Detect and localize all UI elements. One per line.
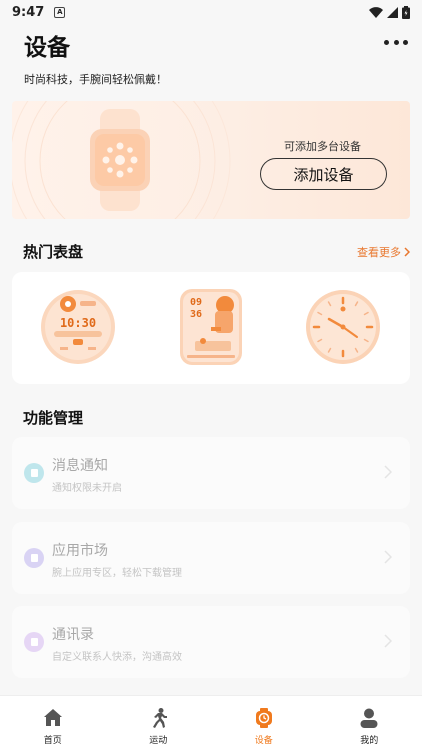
nav-item-device[interactable]: 设备 xyxy=(211,696,317,750)
watch-illustration-icon xyxy=(90,109,150,211)
message-icon xyxy=(24,463,44,483)
add-device-banner: 可添加多台设备 添加设备 xyxy=(12,101,410,219)
function-item-title: 通讯录 xyxy=(52,627,94,643)
character-face-hour: 09 xyxy=(190,297,203,308)
page-title: 设备 xyxy=(24,35,70,61)
notification-badge-icon: A xyxy=(54,6,66,18)
function-item-title: 消息通知 xyxy=(52,458,108,474)
app-market-icon xyxy=(24,548,44,568)
watch-face-digital[interactable]: 10:30 xyxy=(40,289,116,365)
nav-label: 运动 xyxy=(149,736,168,746)
add-device-button[interactable]: 添加设备 xyxy=(260,158,387,190)
nav-label: 设备 xyxy=(254,736,273,746)
nav-item-profile[interactable]: 我的 xyxy=(317,696,422,750)
function-item-desc: 自定义联系人快添，沟通高效 xyxy=(52,652,182,663)
digital-face-time: 10:30 xyxy=(59,316,97,330)
see-more-link[interactable]: 查看更多 xyxy=(357,244,410,260)
hot-faces-title: 热门表盘 xyxy=(23,243,84,261)
function-item-contacts[interactable]: 通讯录 自定义联系人快添，沟通高效 xyxy=(12,606,410,678)
nav-label: 我的 xyxy=(360,736,379,746)
chevron-right-icon xyxy=(384,634,392,648)
nav-item-sport[interactable]: 运动 xyxy=(106,696,212,750)
more-options-button[interactable] xyxy=(384,36,408,48)
watch-face-analog[interactable] xyxy=(305,289,381,365)
profile-icon xyxy=(360,708,378,728)
function-item-title: 应用市场 xyxy=(52,543,108,559)
watch-icon xyxy=(255,708,272,728)
see-more-label: 查看更多 xyxy=(357,246,401,259)
bottom-nav: 首页 运动 设备 我的 xyxy=(0,695,422,750)
battery-icon xyxy=(402,5,410,19)
signal-icon xyxy=(387,6,398,18)
banner-hint-text: 可添加多台设备 xyxy=(284,140,361,153)
character-face-graphic xyxy=(180,289,242,365)
function-item-desc: 腕上应用专区，轻松下载管理 xyxy=(52,568,182,579)
wifi-icon xyxy=(369,6,383,18)
functions-title: 功能管理 xyxy=(23,409,84,427)
contacts-icon xyxy=(24,632,44,652)
chevron-right-icon xyxy=(384,550,392,564)
status-icons xyxy=(369,5,410,19)
nav-item-home[interactable]: 首页 xyxy=(0,696,106,750)
character-face-minute: 36 xyxy=(190,309,203,320)
page-header: 设备 时尚科技，手腕间轻松佩戴！ xyxy=(24,28,408,87)
chevron-right-icon xyxy=(404,247,410,257)
status-time: 9:47 xyxy=(12,4,45,20)
function-item-desc: 通知权限未开启 xyxy=(52,483,122,494)
home-icon xyxy=(43,709,62,726)
watch-face-character[interactable]: 09 36 xyxy=(173,289,249,365)
page-subtitle: 时尚科技，手腕间轻松佩戴！ xyxy=(24,73,167,86)
run-icon xyxy=(153,708,168,728)
function-item-app-market[interactable]: 应用市场 腕上应用专区，轻松下载管理 xyxy=(12,522,410,594)
chevron-right-icon xyxy=(384,465,392,479)
hot-faces-card: 10:30 09 36 xyxy=(12,272,410,384)
analog-face-graphic xyxy=(306,290,380,364)
function-item-notifications[interactable]: 消息通知 通知权限未开启 xyxy=(12,437,410,509)
status-bar: 9:47 A xyxy=(0,0,422,24)
banner-decoration xyxy=(12,101,231,219)
nav-label: 首页 xyxy=(43,736,62,746)
